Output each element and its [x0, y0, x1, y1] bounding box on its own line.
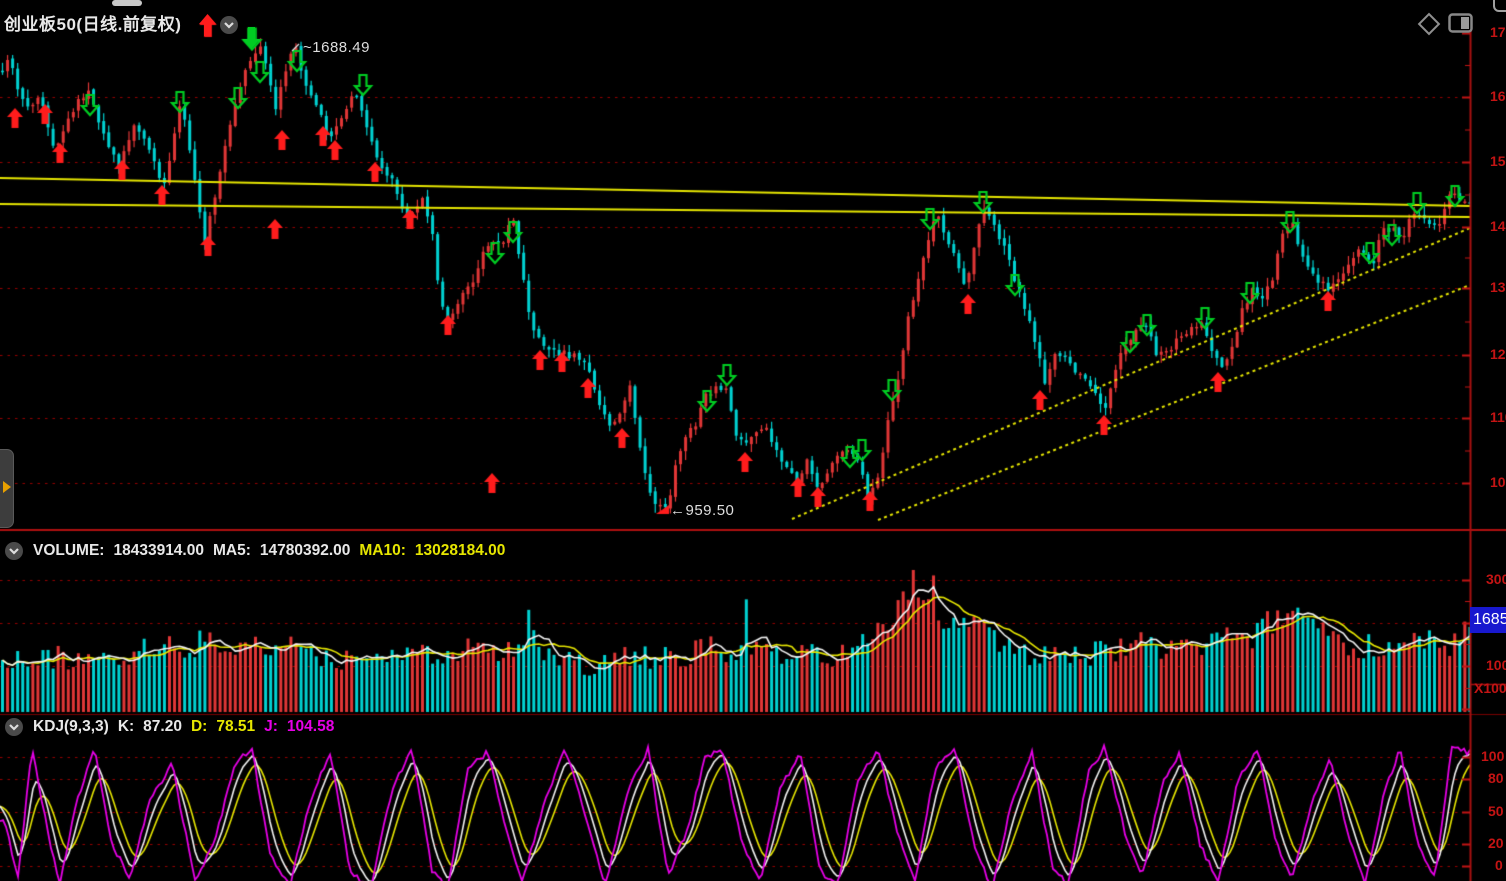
j-value: 104.58 [287, 718, 334, 736]
chart-canvas[interactable] [0, 0, 1506, 881]
window-corner-fragment [1493, 0, 1506, 12]
j-label: J: [264, 718, 278, 736]
ma5-value: 14780392.00 [260, 542, 351, 560]
d-value: 78.51 [216, 718, 255, 736]
axis-label: 80 [1488, 770, 1504, 786]
collapse-volume-icon[interactable] [4, 541, 24, 561]
axis-label: 1000 [1490, 474, 1506, 490]
k-value: 87.20 [143, 718, 182, 736]
volume-label: VOLUME: [33, 542, 104, 560]
ma10-label: MA10: [359, 542, 406, 560]
axis-label: 1100 [1490, 409, 1506, 425]
axis-label: X10000 [1474, 680, 1506, 696]
sell-arrow-legend-icon [243, 27, 260, 49]
price-badge: 1685 [1470, 607, 1506, 633]
ma5-label: MA5: [213, 542, 251, 560]
axis-label: 1500 [1490, 153, 1506, 169]
buy-arrow-legend-icon [199, 14, 216, 36]
axis-label: 20 [1488, 835, 1504, 851]
axis-label: 50 [1488, 803, 1504, 819]
axis-label: 1300 [1490, 279, 1506, 295]
axis-label: 0 [1495, 857, 1503, 873]
kdj-label: KDJ(9,3,3) [33, 718, 109, 736]
axis-label: 1400 [1490, 218, 1506, 234]
high-annotation: ~1688.49 [303, 39, 370, 56]
panel-expand-handle[interactable] [0, 449, 14, 528]
top-scrollbar-fragment[interactable] [112, 0, 142, 6]
low-annotation: ←959.50 [670, 502, 734, 519]
axis-label: 1700 [1490, 24, 1506, 40]
axis-label: 100 [1481, 748, 1504, 764]
d-label: D: [191, 718, 207, 736]
collapse-main-chart-icon[interactable] [219, 15, 239, 35]
expand-arrow-icon [3, 481, 11, 493]
axis-label: 1200 [1490, 346, 1506, 362]
axis-label: 1000 [1486, 657, 1506, 673]
k-label: K: [118, 718, 134, 736]
volume-header: VOLUME: 18433914.00 MA5: 14780392.00 MA1… [4, 541, 505, 561]
page-title: 创业板50(日线.前复权) [4, 10, 181, 35]
collapse-kdj-icon[interactable] [4, 717, 24, 737]
axis-label: 1600 [1490, 88, 1506, 104]
split-view-icon[interactable] [1448, 13, 1473, 33]
stock-chart-app: 创业板50(日线.前复权) ~1688.49 ←959.50 VOLUME: 1… [0, 0, 1506, 881]
ma10-value: 13028184.00 [415, 542, 506, 560]
axis-label: 3000 [1486, 571, 1506, 587]
kdj-header: KDJ(9,3,3) K: 87.20 D: 78.51 J: 104.58 [4, 717, 334, 737]
volume-value: 18433914.00 [113, 542, 204, 560]
